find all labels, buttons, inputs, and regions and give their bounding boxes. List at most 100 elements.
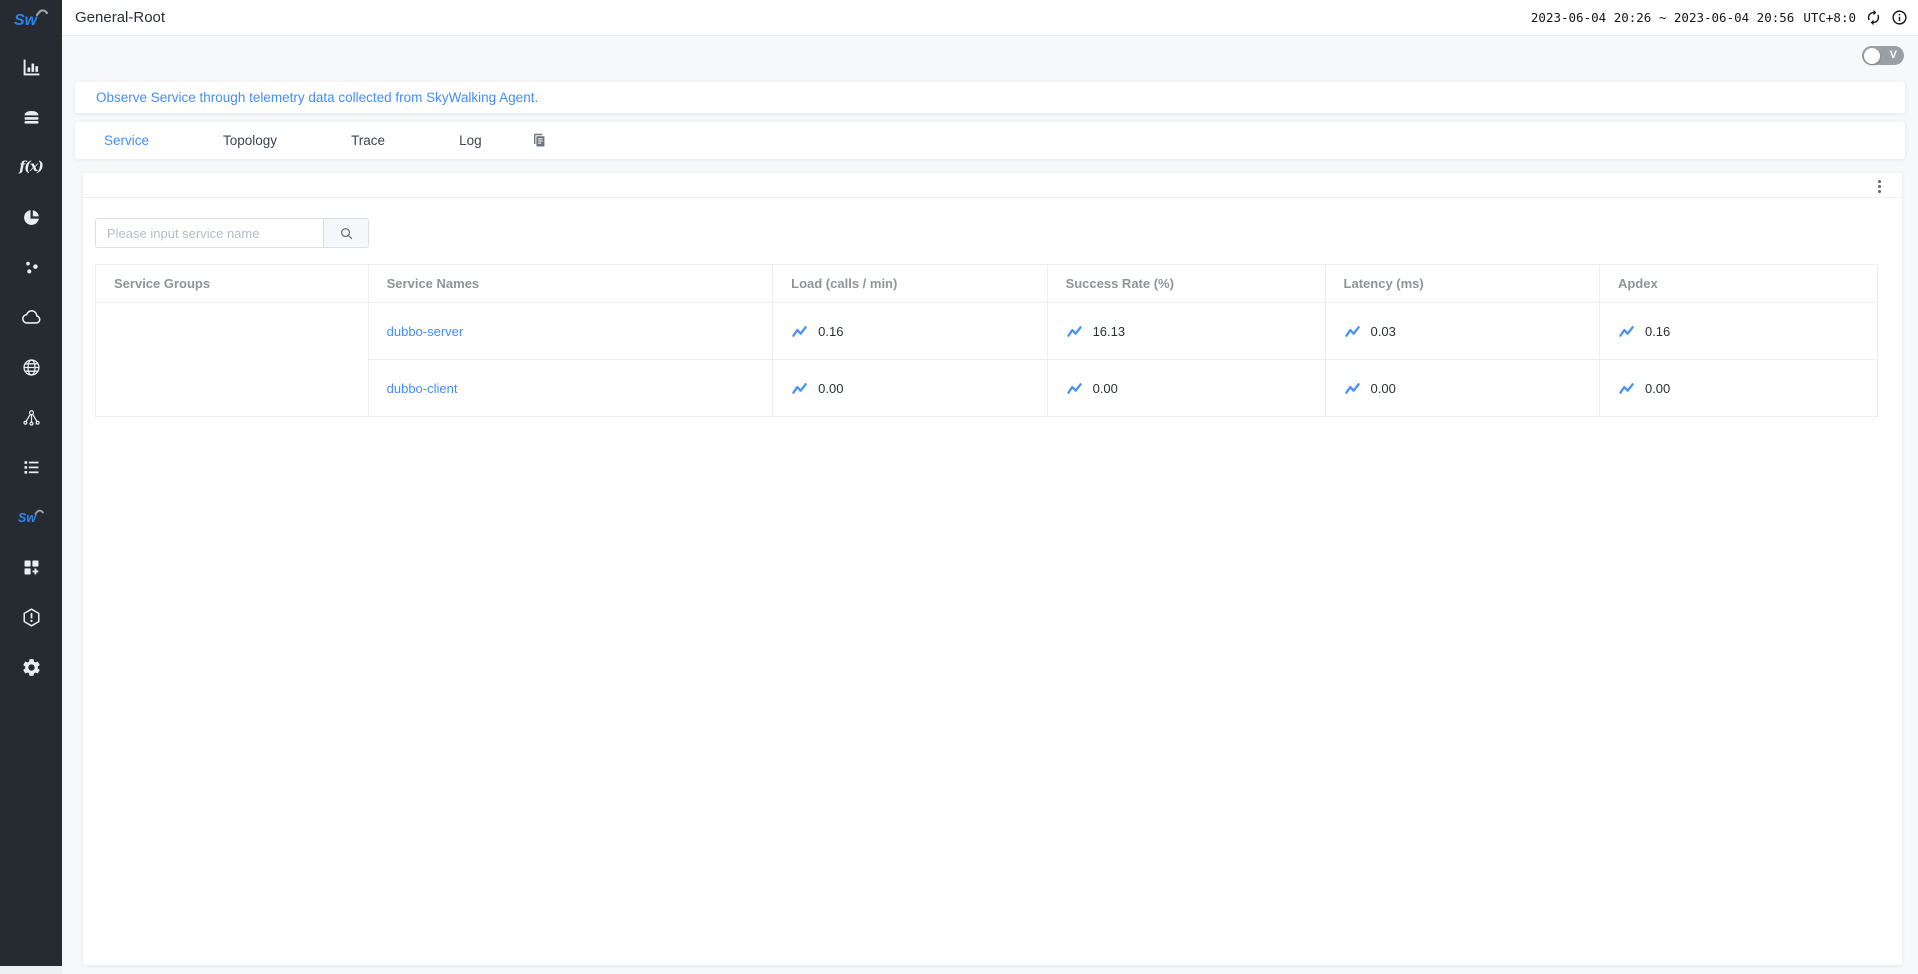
sidebar-item-dashboards[interactable] [0,542,62,592]
tab-log[interactable]: Log [459,133,482,148]
skywalking-logo[interactable]: Sw [0,0,62,38]
sidebar-nav: f(x) [0,42,62,692]
globe-icon [21,357,42,378]
widget-toolbar [83,173,1902,198]
svg-text:Sw: Sw [14,12,39,29]
sidebar-item-service-mesh[interactable] [0,192,62,242]
sidebar-item-database[interactable] [0,92,62,142]
refresh-icon[interactable] [1865,9,1882,26]
trend-line-icon [1066,380,1083,397]
skywalking-logo-icon: Sw [13,6,49,32]
list-icon [21,457,42,478]
bar-chart-icon [21,57,42,78]
metric-value: 0.00 [1093,381,1118,396]
search-icon [339,226,354,241]
toggle-knob [1864,48,1880,64]
trend-line-icon [1344,323,1361,340]
metric-value: 0.00 [1645,381,1670,396]
sidebar-item-infrastructure[interactable] [0,292,62,342]
dashboard-add-icon [21,557,42,578]
latency-metric: 0.03 [1344,323,1599,340]
trend-line-icon [1618,323,1635,340]
success-rate-metric: 16.13 [1066,323,1325,340]
notice-banner: Observe Service through telemetry data c… [75,82,1905,113]
service-search-input[interactable] [95,218,323,248]
search-button[interactable] [323,218,369,248]
service-link-dubbo-client[interactable]: dubbo-client [387,381,458,396]
more-dot [1878,185,1881,188]
service-group-cell [96,303,369,417]
trend-line-icon [1618,380,1635,397]
more-dot [1878,180,1881,183]
topology-node-icon [21,407,42,428]
sidebar-item-browser[interactable] [0,342,62,392]
sidebar-item-settings[interactable] [0,642,62,692]
sidebar-item-message-queue[interactable] [0,442,62,492]
tab-trace[interactable]: Trace [351,133,385,148]
col-service-groups: Service Groups [96,265,369,303]
services-table: Service Groups Service Names Load (calls… [95,264,1878,417]
trend-line-icon [791,323,808,340]
tab-bar: Service Topology Trace Log [75,122,1905,159]
col-service-names: Service Names [368,265,773,303]
function-icon: f(x) [19,159,43,175]
col-load: Load (calls / min) [773,265,1047,303]
service-link-dubbo-server[interactable]: dubbo-server [387,324,464,339]
load-metric: 0.00 [791,380,1046,397]
load-metric: 0.16 [791,323,1046,340]
apdex-metric: 0.16 [1618,323,1877,340]
info-icon[interactable] [1891,9,1908,26]
sidebar-item-functions[interactable]: f(x) [0,142,62,192]
trend-line-icon [1066,323,1083,340]
gear-icon [21,657,42,678]
table-row: dubbo-server 0.16 16.13 0.03 [96,303,1878,360]
metric-value: 0.16 [818,324,843,339]
trend-line-icon [791,380,808,397]
page-header: General-Root 2023-06-04 20:26 ~ 2023-06-… [62,0,1918,36]
sidebar-item-kubernetes[interactable] [0,242,62,292]
notice-text: Observe Service through telemetry data c… [96,90,538,105]
success-rate-metric: 0.00 [1066,380,1325,397]
metric-value: 0.00 [1371,381,1396,396]
tab-topology[interactable]: Topology [223,133,277,148]
table-header-row: Service Groups Service Names Load (calls… [96,265,1878,303]
widget-more-button[interactable] [1870,177,1888,195]
metric-value: 16.13 [1093,324,1126,339]
widget-body: Service Groups Service Names Load (calls… [83,198,1902,417]
metric-value: 0.16 [1645,324,1670,339]
sidebar-item-gateway[interactable] [0,392,62,442]
copy-icon[interactable] [531,132,548,149]
header-controls: 2023-06-04 20:26 ~ 2023-06-04 20:56 UTC+… [1531,9,1908,26]
sidebar: Sw f(x) [0,0,62,966]
tab-service[interactable]: Service [104,133,149,148]
col-latency: Latency (ms) [1325,265,1599,303]
svg-text:Sw: Sw [18,511,37,525]
sidebar-item-alerting[interactable] [0,592,62,642]
sidebar-item-general-service[interactable] [0,42,62,92]
time-range-picker[interactable]: 2023-06-04 20:26 ~ 2023-06-04 20:56 [1531,10,1794,25]
service-list-widget: Service Groups Service Names Load (calls… [83,173,1902,965]
content-area: V Observe Service through telemetry data… [62,36,1918,974]
scatter-dots-icon [21,257,42,278]
toggle-label: V [1890,49,1897,61]
page-title: General-Root [75,9,165,26]
skywalking-icon: Sw [17,507,45,527]
server-stack-icon [21,107,42,128]
col-apdex: Apdex [1599,265,1877,303]
metric-value: 0.00 [818,381,843,396]
apdex-metric: 0.00 [1618,380,1877,397]
more-dot [1878,190,1881,193]
trend-line-icon [1344,380,1361,397]
metric-value: 0.03 [1371,324,1396,339]
cloud-icon [20,306,42,328]
timezone-label: UTC+8:0 [1803,10,1856,25]
skywalking-app: Sw f(x) [0,0,1918,974]
latency-metric: 0.00 [1344,380,1599,397]
scrollbar-corner [0,966,62,974]
service-search [95,218,1878,248]
col-success-rate: Success Rate (%) [1047,265,1325,303]
pie-chart-icon [21,207,42,228]
alert-hexagon-icon [21,607,42,628]
view-mode-toggle[interactable]: V [1862,46,1904,65]
sidebar-item-self-observability[interactable]: Sw [0,492,62,542]
